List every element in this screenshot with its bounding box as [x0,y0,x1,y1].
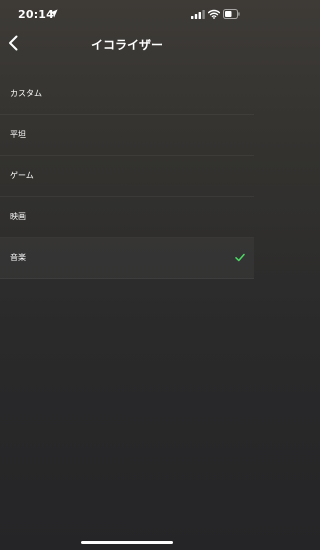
nav-bar: イコライザー [0,30,254,58]
preset-item-custom[interactable]: カスタム [0,74,254,115]
preset-label: 音楽 [10,253,26,262]
cellular-signal-icon [191,10,205,19]
preset-label: カスタム [10,89,42,98]
status-bar: 20:14 [0,0,254,30]
preset-label: 平坦 [10,130,26,139]
home-indicator[interactable] [81,541,173,544]
preset-label: 映画 [10,212,26,221]
equalizer-preset-list: カスタム 平坦 ゲーム 映画 音楽 [0,74,254,279]
preset-item-music[interactable]: 音楽 [0,238,254,279]
location-arrow-icon [49,9,58,18]
checkmark-icon [235,253,245,262]
battery-icon [223,9,240,19]
preset-item-flat[interactable]: 平坦 [0,115,254,156]
preset-item-game[interactable]: ゲーム [0,156,254,197]
page-title: イコライザー [90,38,163,52]
wifi-icon [208,9,220,19]
preset-item-movie[interactable]: 映画 [0,197,254,238]
preset-label: ゲーム [10,171,34,180]
